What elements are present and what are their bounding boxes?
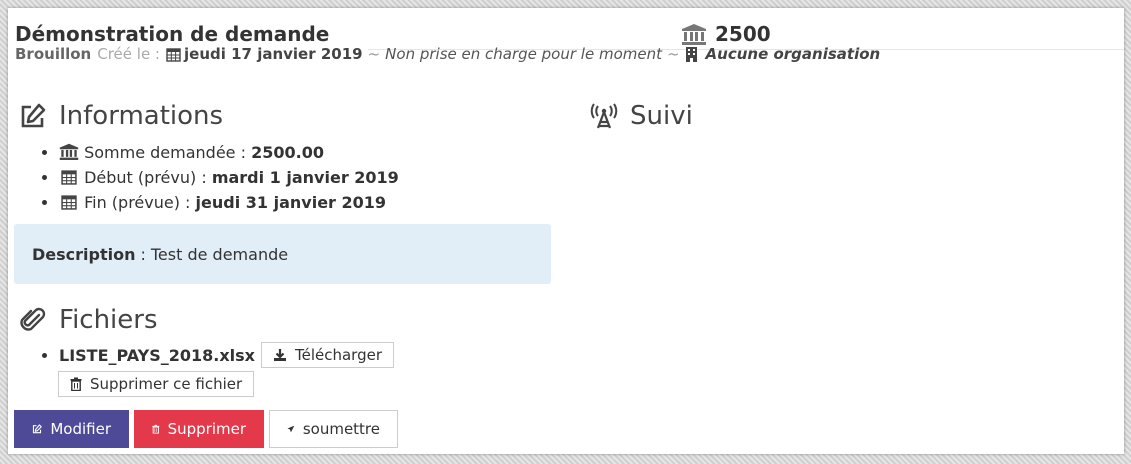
- bank-icon: [59, 143, 79, 160]
- page-title: Démonstration de demande: [15, 22, 330, 46]
- edit-icon: [32, 424, 42, 434]
- meta-separator: ~: [367, 45, 381, 63]
- description-text: Test de demande: [150, 244, 289, 264]
- building-icon: [685, 46, 697, 62]
- created-label: Créé le :: [97, 45, 160, 63]
- info-label: Fin (prévue) :: [84, 193, 191, 212]
- info-label: Somme demandée :: [84, 143, 246, 162]
- list-item: LISTE_PAYS_2018.xlsx Télécharger: [59, 342, 395, 368]
- delete-file-button[interactable]: Supprimer ce fichier: [58, 371, 255, 397]
- status-badge: Brouillon: [15, 45, 92, 63]
- info-label: Début (prévu) :: [84, 168, 207, 187]
- send-icon: [287, 425, 295, 433]
- list-item: Somme demandée : 2500.00: [59, 140, 399, 165]
- amount-display: 2500: [681, 22, 771, 46]
- handling-note: Non prise en charge pour le moment: [385, 45, 662, 63]
- file-list: LISTE_PAYS_2018.xlsx Télécharger: [39, 342, 395, 368]
- created-date: jeudi 17 janvier 2019: [184, 45, 363, 63]
- list-item: Début (prévu) : mardi 1 janvier 2019: [59, 165, 399, 190]
- trash-icon: [152, 424, 160, 434]
- fichiers-heading: Fichiers: [19, 305, 158, 335]
- suivi-heading: Suivi: [590, 101, 693, 131]
- description-separator: :: [140, 244, 146, 264]
- description-box: Description : Test de demande: [14, 224, 551, 284]
- calendar-icon: [166, 47, 181, 62]
- delete-button[interactable]: Supprimer: [134, 410, 264, 448]
- amount-value: 2500: [715, 22, 771, 46]
- description-label: Description: [32, 244, 136, 264]
- info-value: mardi 1 janvier 2019: [211, 168, 399, 187]
- edit-button[interactable]: Modifier: [14, 410, 129, 448]
- info-value: jeudi 31 janvier 2019: [195, 193, 387, 212]
- request-meta: Brouillon Créé le : jeudi 17 janvier 201…: [15, 45, 880, 63]
- download-icon: [274, 349, 286, 361]
- calendar-icon: [61, 170, 77, 185]
- fichiers-heading-text: Fichiers: [59, 305, 158, 335]
- suivi-heading-text: Suivi: [630, 101, 693, 131]
- edit-icon: [21, 103, 46, 128]
- calendar-icon: [61, 195, 77, 210]
- delete-label: Supprimer: [167, 420, 246, 438]
- download-button[interactable]: Télécharger: [261, 342, 395, 368]
- action-bar: Modifier Supprimer soumettre: [14, 410, 398, 448]
- informations-heading: Informations: [19, 101, 223, 131]
- submit-label: soumettre: [302, 420, 380, 438]
- request-card: Démonstration de demande 2500 Brouillon …: [8, 8, 1124, 454]
- info-value: 2500.00: [251, 143, 324, 162]
- organization-name: Aucune organisation: [705, 45, 881, 63]
- delete-file-label: Supprimer ce fichier: [90, 375, 243, 393]
- informations-heading-text: Informations: [59, 101, 224, 131]
- meta-separator: ~: [666, 45, 680, 63]
- antenna-icon: [590, 103, 618, 129]
- trash-icon: [70, 377, 82, 391]
- download-label: Télécharger: [295, 346, 383, 364]
- info-list: Somme demandée : 2500.00 Début (prévu) :…: [39, 140, 399, 215]
- paperclip-icon: [20, 307, 46, 331]
- list-item: Fin (prévue) : jeudi 31 janvier 2019: [59, 190, 399, 215]
- edit-label: Modifier: [50, 420, 111, 438]
- bank-icon: [682, 24, 706, 45]
- submit-button[interactable]: soumettre: [269, 410, 398, 448]
- file-name: LISTE_PAYS_2018.xlsx: [59, 345, 255, 365]
